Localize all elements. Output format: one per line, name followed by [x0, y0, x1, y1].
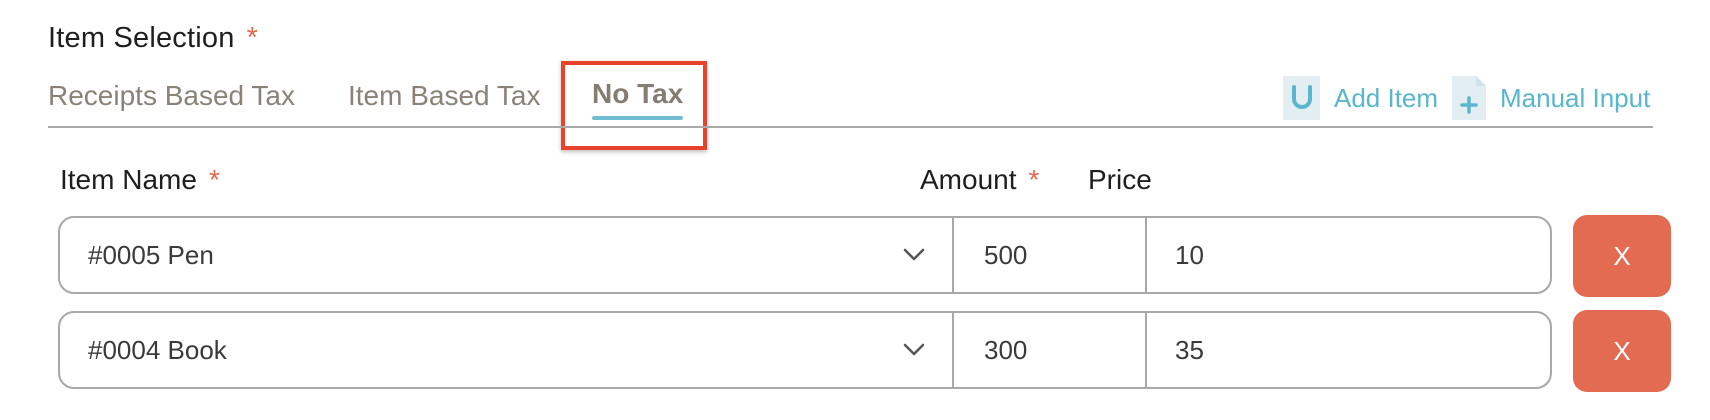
- item-select-value: #0004 Book: [88, 334, 227, 365]
- amount-input[interactable]: 500: [954, 218, 1147, 292]
- item-row: #0004 Book 300 35: [58, 311, 1552, 389]
- chevron-down-icon: [902, 243, 926, 267]
- column-header-item-name: Item Name *: [60, 164, 220, 196]
- required-mark: *: [246, 22, 259, 54]
- remove-row-button[interactable]: X: [1573, 310, 1671, 392]
- price-input[interactable]: 35: [1147, 313, 1550, 387]
- required-mark: *: [208, 164, 220, 195]
- section-title-label: Item Selection: [48, 22, 235, 54]
- section-title: Item Selection *: [48, 22, 258, 55]
- remove-row-button[interactable]: X: [1573, 215, 1671, 297]
- item-select-value: #0005 Pen: [88, 239, 214, 270]
- price-input[interactable]: 10: [1147, 218, 1550, 292]
- item-row: #0005 Pen 500 10: [58, 216, 1552, 294]
- item-select[interactable]: #0004 Book: [60, 313, 954, 387]
- amount-input[interactable]: 300: [954, 313, 1147, 387]
- tab-item-based-tax[interactable]: Item Based Tax: [348, 80, 540, 112]
- tab-receipts-based-tax[interactable]: Receipts Based Tax: [48, 80, 295, 112]
- column-header-amount: Amount *: [920, 164, 1039, 196]
- item-name-header-label: Item Name: [60, 164, 197, 195]
- add-item-label: Add Item: [1334, 82, 1439, 113]
- required-mark: *: [1028, 164, 1040, 195]
- column-header-price: Price: [1088, 164, 1152, 195]
- manual-input-button[interactable]: Manual Input: [1452, 76, 1650, 120]
- manual-input-label: Manual Input: [1500, 82, 1651, 113]
- document-plus-icon: [1452, 76, 1486, 120]
- chevron-down-icon: [902, 338, 926, 362]
- add-item-icon: [1283, 76, 1320, 120]
- amount-header-label: Amount: [920, 164, 1017, 195]
- highlight-box: [561, 61, 707, 150]
- tabs-divider: [48, 126, 1653, 128]
- item-select[interactable]: #0005 Pen: [60, 218, 954, 292]
- add-item-button[interactable]: Add Item: [1283, 76, 1438, 120]
